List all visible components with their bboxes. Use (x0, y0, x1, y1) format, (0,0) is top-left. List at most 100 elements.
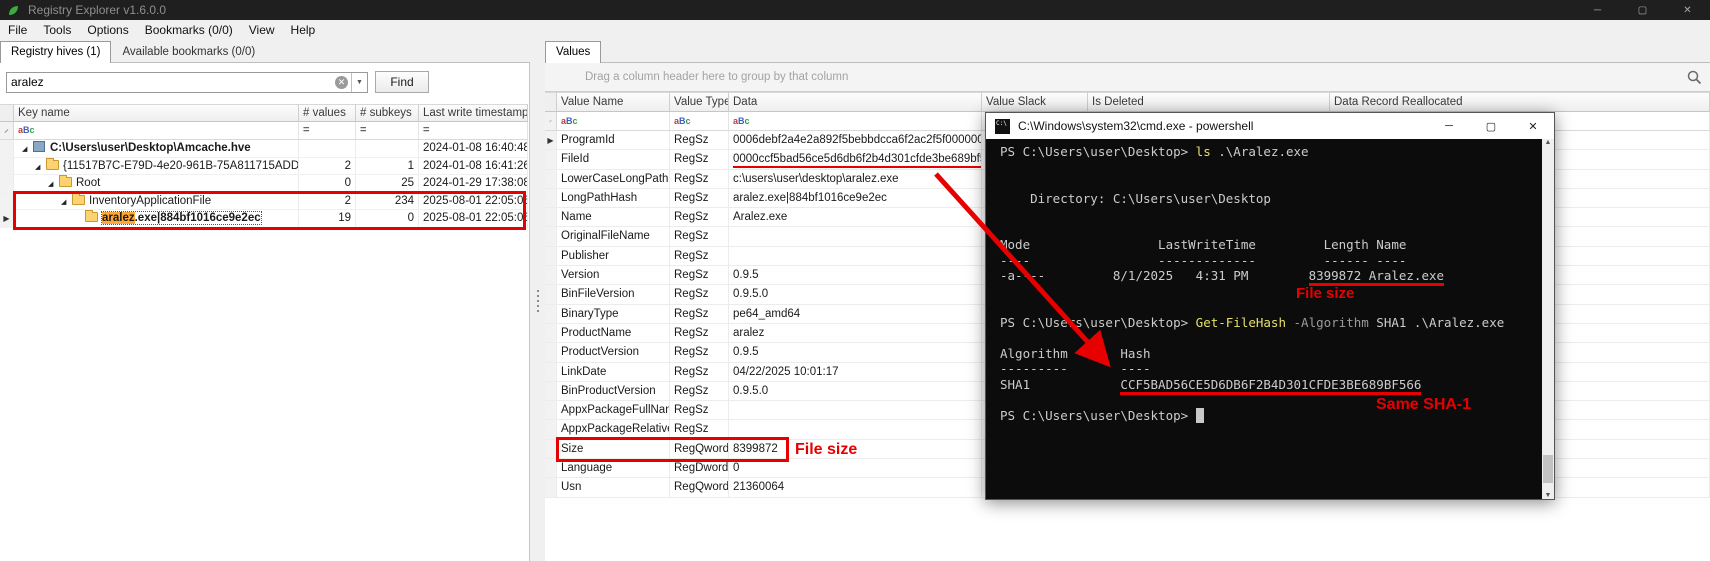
search-clear-icon[interactable]: ✕ (335, 76, 348, 89)
terminal-line-14: --------- ---- (1000, 361, 1540, 377)
terminal-close-button[interactable]: ✕ (1512, 113, 1554, 139)
row-selector (545, 305, 557, 323)
value-data-cell (729, 401, 982, 419)
folder-icon (59, 177, 72, 187)
values-filter-cell-2[interactable]: aBc (729, 112, 982, 130)
values-header-selector (545, 92, 557, 112)
terminal-line-10 (1000, 299, 1540, 315)
row-selector (0, 175, 14, 192)
value-name-cell: Name (557, 208, 670, 226)
values-column-header-0[interactable]: Value Name (557, 92, 670, 112)
value-type-cell: RegSz (670, 363, 729, 381)
terminal-maximize-button[interactable]: ▢ (1470, 113, 1512, 139)
tree-filter-cell-0[interactable]: aBc (14, 122, 299, 139)
panel-splitter[interactable] (530, 41, 545, 561)
tree-row-0[interactable]: ◢C:\Users\user\Desktop\Amcache.hve2024-0… (0, 140, 528, 158)
terminal-line-8: -a---- 8/1/2025 4:31 PM 8399872 Aralez.e… (1000, 268, 1540, 284)
row-selector (545, 420, 557, 438)
tree-row-2[interactable]: ◢Root0252024-01-29 17:38:08 (0, 175, 528, 193)
tab-available-bookmarks[interactable]: Available bookmarks (0/0) (111, 41, 266, 62)
tree-row-3[interactable]: ◢InventoryApplicationFile22342025-08-01 … (0, 193, 528, 211)
cmd-icon: C:\ (995, 119, 1010, 134)
maximize-button[interactable]: ▢ (1620, 0, 1665, 20)
value-type-cell: RegSz (670, 401, 729, 419)
tree-cell-subkeys: 234 (356, 193, 419, 210)
value-type-cell: RegSz (670, 305, 729, 323)
scroll-up-icon[interactable]: ▲ (1545, 139, 1552, 146)
tree-cell-timestamp: 2025-08-01 22:05:06 (419, 193, 528, 210)
group-by-bar[interactable]: Drag a column header here to group by th… (545, 63, 1710, 92)
values-column-header-3[interactable]: Value Slack (982, 92, 1088, 112)
terminal-minimize-button[interactable]: ─ (1428, 113, 1470, 139)
row-selector (545, 170, 557, 188)
filter-equals-icon: = (423, 122, 429, 139)
minimize-button[interactable]: ─ (1575, 0, 1620, 20)
scroll-down-icon[interactable]: ▼ (1545, 492, 1552, 499)
row-selector (545, 401, 557, 419)
search-icon[interactable] (1687, 70, 1702, 88)
values-column-header-4[interactable]: Is Deleted (1088, 92, 1330, 112)
terminal-line-6: Mode LastWriteTime Length Name (1000, 237, 1540, 253)
filter-edit-icon (0, 122, 14, 139)
close-button[interactable]: ✕ (1665, 0, 1710, 20)
filter-edit-icon (545, 112, 557, 130)
tree-key-name: ◢{11517B7C-E79D-4e20-961B-75A811715ADD} (14, 158, 299, 175)
terminal-scrollbar[interactable]: ▲ ▼ (1542, 139, 1554, 499)
find-button[interactable]: Find (375, 71, 429, 93)
values-filter-cell-1[interactable]: aBc (670, 112, 729, 130)
value-name-cell: LongPathHash (557, 189, 670, 207)
menu-tools[interactable]: Tools (35, 20, 79, 41)
values-column-header-1[interactable]: Value Type (670, 92, 729, 112)
menu-file[interactable]: File (0, 20, 35, 41)
row-selector (545, 208, 557, 226)
row-selector (545, 189, 557, 207)
tree-expander-icon[interactable]: ◢ (22, 141, 33, 157)
value-data-cell: c:\users\user\desktop\aralez.exe (729, 170, 982, 188)
filter-equals-icon: = (303, 122, 309, 139)
terminal-output[interactable]: PS C:\Users\user\Desktop> ls .\Aralez.ex… (986, 139, 1554, 499)
tree-cell-values (299, 140, 356, 157)
terminal-line-11: PS C:\Users\user\Desktop> Get-FileHash -… (1000, 315, 1540, 331)
values-column-header-5[interactable]: Data Record Reallocated (1330, 92, 1710, 112)
tree-filter-cell-3[interactable]: = (419, 122, 528, 139)
tree-column-header-0[interactable]: Key name (14, 104, 299, 122)
filter-abc-icon: aBc (674, 112, 691, 130)
value-type-cell: RegSz (670, 324, 729, 342)
terminal-window[interactable]: C:\ C:\Windows\system32\cmd.exe - powers… (985, 112, 1555, 500)
terminal-line-17: PS C:\Users\user\Desktop> (1000, 408, 1540, 424)
tree-cell-values: 0 (299, 175, 356, 192)
menu-bookmarks[interactable]: Bookmarks (0/0) (137, 20, 241, 41)
search-box: ✕ ▼ (6, 72, 368, 93)
tree-filter-cell-2[interactable]: = (356, 122, 419, 139)
values-filter-cell-0[interactable]: aBc (557, 112, 670, 130)
search-hit-text: aralez (102, 212, 135, 224)
tree-row-1[interactable]: ◢{11517B7C-E79D-4e20-961B-75A811715ADD}2… (0, 158, 528, 176)
tree-expander-icon[interactable]: ◢ (35, 159, 46, 175)
current-row-indicator: ▶ (545, 131, 557, 149)
value-type-cell: RegQword (670, 478, 729, 496)
search-dropdown-icon[interactable]: ▼ (351, 73, 367, 92)
search-input[interactable] (7, 75, 335, 89)
menu-view[interactable]: View (241, 20, 283, 41)
tree-header-selector (0, 104, 14, 122)
tree-expander-icon[interactable]: ◢ (61, 194, 72, 210)
value-type-cell: RegSz (670, 170, 729, 188)
values-column-header-2[interactable]: Data (729, 92, 982, 112)
terminal-titlebar[interactable]: C:\ C:\Windows\system32\cmd.exe - powers… (986, 113, 1554, 139)
folder-icon (85, 212, 98, 222)
tree-row-4[interactable]: ▶aralez.exe|884bf1016ce9e2ec1902025-08-0… (0, 210, 528, 228)
value-name-cell: ProgramId (557, 131, 670, 149)
tree-column-header-1[interactable]: # values (299, 104, 356, 122)
tab-values[interactable]: Values (545, 41, 601, 63)
menu-options[interactable]: Options (79, 20, 136, 41)
tree-column-header-2[interactable]: # subkeys (356, 104, 419, 122)
tree-filter-cell-1[interactable]: = (299, 122, 356, 139)
scrollbar-thumb[interactable] (1543, 455, 1553, 483)
value-data-cell: pe64_amd64 (729, 305, 982, 323)
tree-expander-icon[interactable]: ◢ (48, 176, 59, 192)
menu-help[interactable]: Help (283, 20, 324, 41)
tree-column-header-3[interactable]: Last write timestamp (419, 104, 528, 122)
tree-cell-values: 2 (299, 193, 356, 210)
value-type-cell: RegSz (670, 285, 729, 303)
tab-registry-hives[interactable]: Registry hives (1) (0, 41, 111, 63)
